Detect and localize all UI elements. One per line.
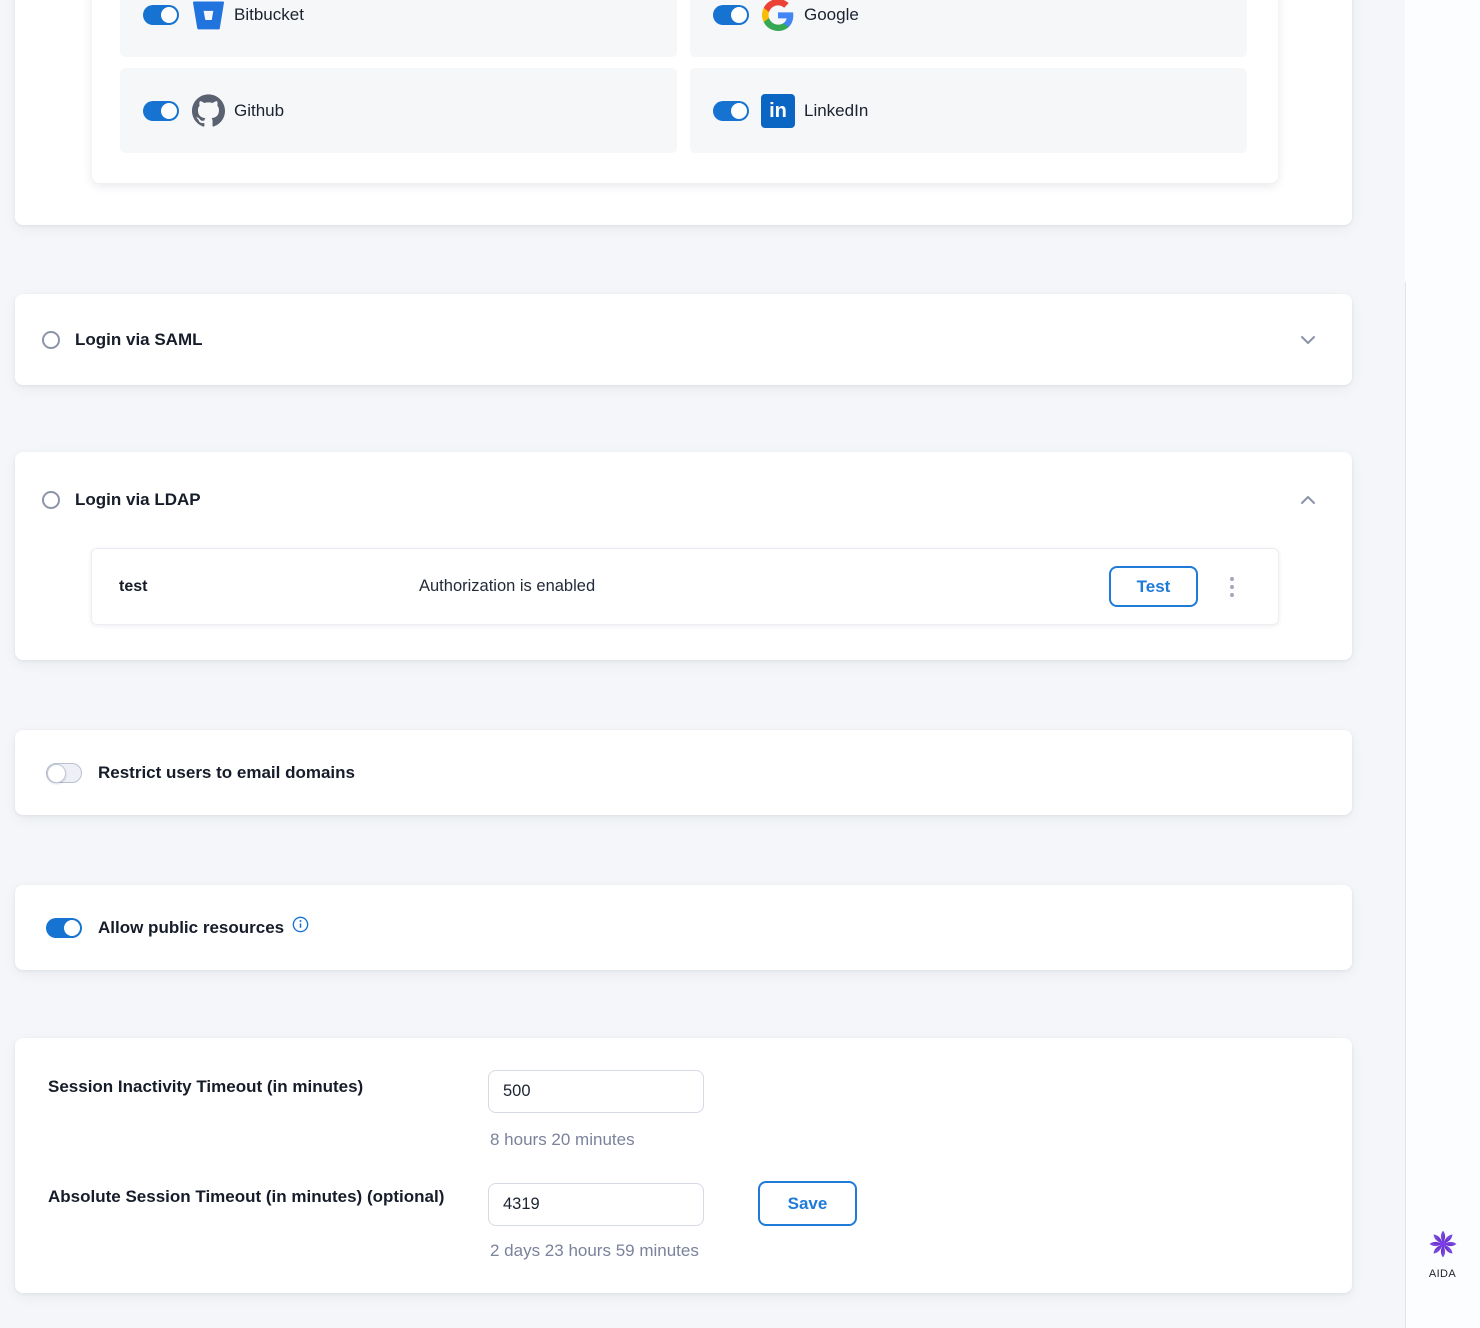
allow-public-resources-card: Allow public resources [15,885,1352,970]
aida-flower-icon [1427,1228,1459,1260]
bitbucket-icon [191,0,225,32]
chevron-down-icon[interactable] [1300,335,1316,345]
aida-widget[interactable]: AIDA [1405,1228,1480,1280]
ldap-entry-row: test Authorization is enabled Test [91,548,1279,625]
restrict-email-domains-label: Restrict users to email domains [98,763,355,783]
absolute-timeout-label: Absolute Session Timeout (in minutes) (o… [48,1185,448,1209]
restrict-email-domains-card: Restrict users to email domains [15,730,1352,815]
inactivity-timeout-hint: 8 hours 20 minutes [490,1130,635,1150]
provider-label: Github [234,101,284,121]
session-timeout-card: Session Inactivity Timeout (in minutes) … [15,1038,1352,1293]
kebab-menu-icon[interactable] [1226,573,1238,601]
info-icon[interactable] [292,916,309,933]
ldap-title: Login via LDAP [75,490,201,510]
ldap-radio[interactable] [42,491,60,509]
save-button[interactable]: Save [758,1181,857,1226]
saml-login-card[interactable]: Login via SAML [15,294,1352,385]
allow-public-resources-toggle[interactable] [46,918,82,938]
ldap-entry-name: test [119,578,419,596]
restrict-email-domains-toggle[interactable] [46,763,82,783]
github-toggle[interactable] [143,101,179,121]
absolute-timeout-input[interactable] [488,1183,704,1226]
test-button[interactable]: Test [1109,566,1198,607]
google-toggle[interactable] [713,5,749,25]
allow-public-resources-label: Allow public resources [98,918,284,938]
provider-row-bitbucket: Bitbucket [120,0,677,57]
oauth-providers-panel: Bitbucket Google [92,0,1278,183]
vertical-divider [1405,282,1406,1328]
linkedin-toggle[interactable] [713,101,749,121]
saml-radio[interactable] [42,331,60,349]
bitbucket-toggle[interactable] [143,5,179,25]
admin-auth-settings-page: AIDA Bitbucket [0,0,1480,1328]
provider-label: Google [804,5,859,25]
aida-label: AIDA [1405,1268,1480,1280]
provider-row-linkedin: in LinkedIn [690,68,1247,153]
right-rail [1405,0,1480,1328]
inactivity-timeout-label: Session Inactivity Timeout (in minutes) [48,1075,363,1099]
ldap-header[interactable]: Login via LDAP [15,452,1352,548]
chevron-up-icon[interactable] [1300,495,1316,505]
ldap-entry-status: Authorization is enabled [419,577,1109,596]
provider-row-google: Google [690,0,1247,57]
linkedin-icon: in [761,94,795,128]
google-icon [761,0,795,31]
provider-label: Bitbucket [234,5,304,25]
github-icon [191,94,225,127]
absolute-timeout-hint: 2 days 23 hours 59 minutes [490,1241,699,1261]
provider-label: LinkedIn [804,101,868,121]
ldap-login-card: Login via LDAP test Authorization is ena… [15,452,1352,660]
oauth-providers-card: Bitbucket Google [15,0,1352,225]
inactivity-timeout-input[interactable] [488,1070,704,1113]
provider-row-github: Github [120,68,677,153]
saml-title: Login via SAML [75,330,203,350]
